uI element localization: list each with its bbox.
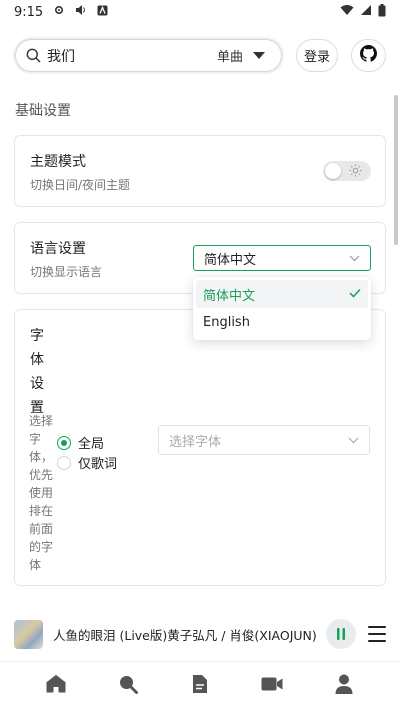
radio-lyrics[interactable]: 仅歌词 bbox=[57, 453, 117, 472]
gear-icon bbox=[53, 4, 65, 20]
bottom-nav bbox=[0, 661, 400, 710]
language-menu: 简体中文 English bbox=[193, 277, 371, 340]
theme-title: 主题模式 bbox=[30, 154, 86, 170]
font-title-char: 设 bbox=[30, 376, 44, 392]
language-title: 语言设置 bbox=[30, 241, 86, 257]
font-title-char: 字 bbox=[30, 328, 44, 344]
pause-icon bbox=[336, 625, 346, 644]
sun-icon bbox=[349, 164, 362, 181]
radio-button-checked[interactable] bbox=[57, 435, 71, 450]
language-option-en[interactable]: English bbox=[193, 308, 371, 336]
search-input[interactable]: 我们 bbox=[47, 46, 217, 66]
player-bar: 人鱼的眼泪 (Live版)黄子弘凡 / 肖俊(XIAOJUN) bbox=[0, 611, 400, 657]
nav-video[interactable] bbox=[252, 666, 292, 706]
section-title: 基础设置 bbox=[15, 103, 71, 119]
font-select-placeholder: 选择字体 bbox=[169, 434, 222, 450]
font-app-icon bbox=[97, 5, 108, 20]
battery-icon bbox=[378, 3, 386, 21]
speaker-icon bbox=[75, 4, 87, 20]
scrollbar[interactable] bbox=[394, 95, 398, 245]
language-option-label: 简体中文 bbox=[203, 288, 256, 304]
home-icon bbox=[46, 675, 66, 697]
font-desc: 选择字体，优先使用排在前面的字体 bbox=[29, 414, 54, 572]
github-button[interactable] bbox=[351, 39, 386, 72]
language-desc: 切换显示语言 bbox=[30, 265, 103, 279]
github-icon bbox=[360, 45, 377, 66]
search-icon bbox=[118, 674, 138, 698]
chevron-down-icon bbox=[349, 251, 360, 266]
nav-search[interactable] bbox=[108, 666, 148, 706]
caret-down-icon[interactable] bbox=[253, 52, 265, 59]
radio-global-label: 全局 bbox=[78, 437, 105, 452]
status-bar: 9:15 bbox=[0, 0, 400, 24]
font-title-char: 体 bbox=[30, 352, 44, 368]
document-icon bbox=[192, 674, 208, 698]
login-button[interactable]: 登录 bbox=[296, 39, 338, 72]
search-type-select[interactable]: 单曲 bbox=[217, 46, 243, 65]
album-cover[interactable] bbox=[14, 619, 43, 649]
font-title: 字 体 设 置 bbox=[30, 324, 46, 420]
theme-toggle[interactable] bbox=[323, 161, 371, 181]
nav-document[interactable] bbox=[180, 666, 220, 706]
status-time: 9:15 bbox=[14, 4, 44, 20]
nav-home[interactable] bbox=[36, 666, 76, 706]
toggle-knob bbox=[325, 163, 341, 179]
signal-icon bbox=[360, 4, 372, 20]
user-icon bbox=[335, 674, 353, 698]
language-option-zh[interactable]: 简体中文 bbox=[196, 280, 368, 308]
language-option-label: English bbox=[203, 314, 250, 330]
font-select[interactable]: 选择字体 bbox=[158, 425, 370, 455]
nav-user[interactable] bbox=[324, 666, 364, 706]
language-select[interactable]: 简体中文 bbox=[193, 245, 371, 271]
pause-button[interactable] bbox=[326, 619, 356, 649]
radio-button[interactable] bbox=[57, 455, 71, 470]
theme-desc: 切换日间/夜间主题 bbox=[30, 178, 131, 192]
language-select-value: 简体中文 bbox=[204, 252, 257, 268]
song-title[interactable]: 人鱼的眼泪 (Live版)黄子弘凡 / 肖俊(XIAOJUN) bbox=[53, 625, 326, 644]
wifi-icon bbox=[340, 4, 354, 20]
check-icon bbox=[349, 287, 361, 302]
chevron-down-icon bbox=[348, 433, 359, 448]
video-icon bbox=[261, 676, 283, 696]
search-icon bbox=[26, 48, 41, 63]
radio-lyrics-label: 仅歌词 bbox=[78, 457, 118, 472]
search-bar[interactable]: 我们 单曲 bbox=[15, 39, 282, 72]
playlist-menu-icon[interactable] bbox=[368, 626, 386, 642]
radio-global[interactable]: 全局 bbox=[57, 433, 104, 452]
